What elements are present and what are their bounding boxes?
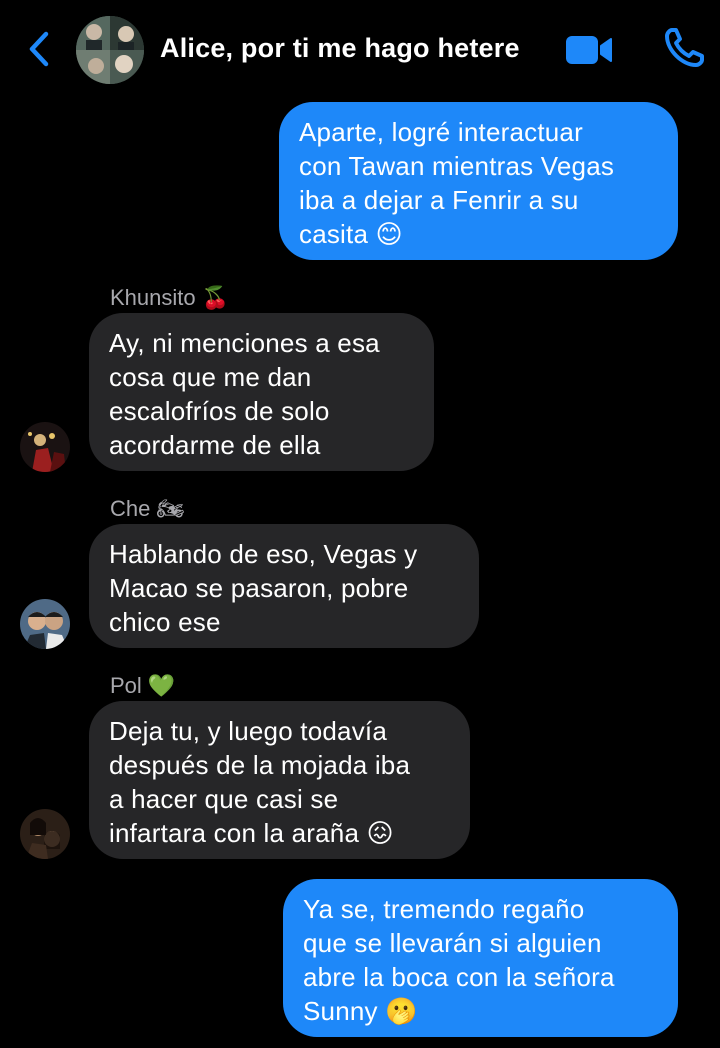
incoming-message[interactable]: Deja tu, y luego todavía después de la m… [89, 701, 470, 859]
chat-title[interactable]: Alice, por ti me hago hetere [160, 33, 520, 64]
chevron-left-icon [29, 31, 49, 67]
group-photo-collage [76, 16, 144, 84]
sender-name: Pol 💚 [110, 673, 176, 698]
chat-header: Alice, por ti me hago hetere [0, 0, 720, 100]
sender-name: Che 🏍 [110, 496, 185, 521]
back-button[interactable] [22, 28, 56, 70]
group-avatar[interactable] [76, 16, 144, 84]
phone-icon [665, 28, 704, 67]
avatar-photo [20, 809, 70, 859]
sender-avatar[interactable] [20, 809, 70, 859]
outgoing-message[interactable]: Ya se, tremendo regaño que se llevarán s… [283, 879, 678, 1037]
avatar-photo [20, 599, 70, 649]
video-call-button[interactable] [564, 34, 614, 66]
incoming-message[interactable]: Ay, ni menciones a esa cosa que me dan e… [89, 313, 434, 471]
video-camera-icon [566, 36, 612, 64]
avatar-photo [20, 422, 70, 472]
sender-avatar[interactable] [20, 422, 70, 472]
sender-name: Khunsito 🍒 [110, 285, 230, 310]
voice-call-button[interactable] [662, 26, 706, 70]
sender-avatar[interactable] [20, 599, 70, 649]
outgoing-message[interactable]: Aparte, logré interactuar con Tawan mien… [279, 102, 678, 260]
incoming-message[interactable]: Hablando de eso, Vegas y Macao se pasaro… [89, 524, 479, 648]
